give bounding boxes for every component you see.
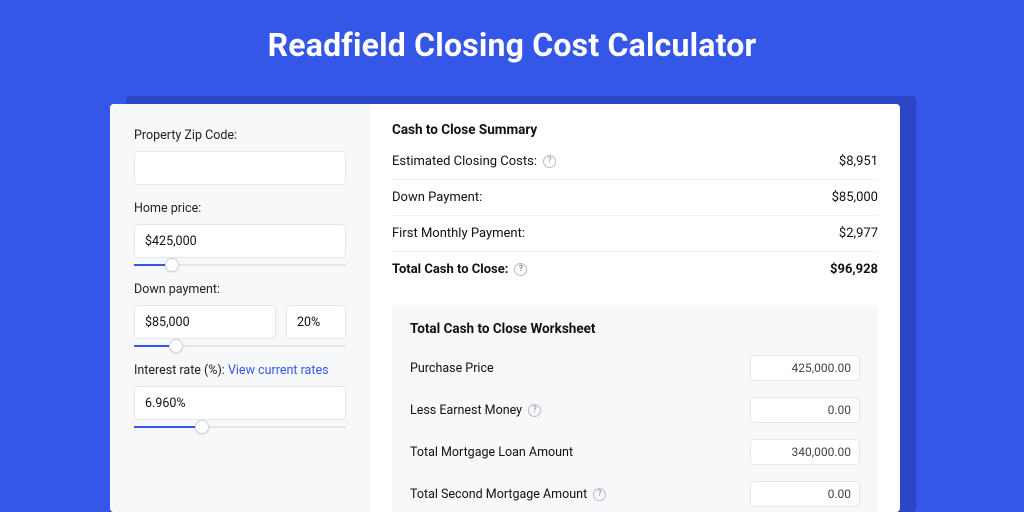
summary-row-value: $8,951 [839, 154, 878, 169]
summary-row-label: Down Payment: [392, 190, 482, 205]
worksheet-row: Less Earnest Money? [410, 389, 860, 431]
slider-track [134, 345, 346, 347]
slider-track [134, 426, 346, 428]
summary-row-label-text: Total Cash to Close: [392, 262, 508, 277]
summary-row-value: $96,928 [830, 262, 878, 277]
worksheet-row-input[interactable] [750, 397, 860, 423]
summary-row-value: $2,977 [839, 226, 878, 241]
help-icon[interactable]: ? [543, 155, 556, 168]
worksheet-row-label-text: Total Second Mortgage Amount [410, 487, 587, 502]
view-current-rates-link[interactable]: View current rates [228, 363, 329, 378]
home-price-slider[interactable] [134, 264, 346, 266]
summary-row-label-text: First Monthly Payment: [392, 226, 525, 241]
summary-title: Cash to Close Summary [392, 122, 878, 138]
worksheet-row-label-text: Less Earnest Money [410, 403, 522, 418]
slider-fill [134, 426, 202, 428]
interest-rate-label: Interest rate (%): View current rates [134, 363, 346, 378]
zip-label: Property Zip Code: [134, 128, 346, 143]
field-interest-rate: Interest rate (%): View current rates [134, 363, 346, 428]
summary-row: Estimated Closing Costs:? $8,951 [392, 144, 878, 179]
down-payment-label: Down payment: [134, 282, 346, 297]
summary-row-label-text: Down Payment: [392, 190, 482, 205]
help-icon[interactable]: ? [593, 488, 606, 501]
summary-row-label: Total Cash to Close:? [392, 262, 527, 277]
summary-row-value: $85,000 [832, 190, 878, 205]
down-payment-row [134, 305, 346, 339]
interest-rate-label-text: Interest rate (%): [134, 363, 228, 378]
summary-row: Total Cash to Close:? $96,928 [392, 251, 878, 287]
down-payment-slider[interactable] [134, 345, 346, 347]
cash-to-close-summary: Cash to Close Summary Estimated Closing … [392, 122, 878, 287]
worksheet-row: Total Mortgage Loan Amount [410, 431, 860, 473]
summary-row-label: Estimated Closing Costs:? [392, 154, 556, 169]
worksheet-row: Total Second Mortgage Amount? [410, 473, 860, 512]
worksheet-row: Purchase Price [410, 347, 860, 389]
worksheet-row-label: Purchase Price [410, 361, 494, 376]
help-icon[interactable]: ? [528, 404, 541, 417]
field-home-price: Home price: [134, 201, 346, 266]
summary-row: First Monthly Payment: $2,977 [392, 215, 878, 251]
slider-thumb[interactable] [169, 339, 183, 353]
worksheet-row-input[interactable] [750, 481, 860, 507]
results-main: Cash to Close Summary Estimated Closing … [370, 104, 900, 512]
worksheet-row-input[interactable] [750, 355, 860, 381]
interest-rate-slider[interactable] [134, 426, 346, 428]
worksheet-row-label: Total Mortgage Loan Amount [410, 445, 573, 460]
worksheet-row-label-text: Purchase Price [410, 361, 494, 376]
summary-row-label: First Monthly Payment: [392, 226, 525, 241]
home-price-input[interactable] [134, 224, 346, 258]
worksheet-row-label: Less Earnest Money? [410, 403, 541, 418]
calculator-card: Property Zip Code: Home price: Down paym… [110, 104, 900, 512]
worksheet-row-label-text: Total Mortgage Loan Amount [410, 445, 573, 460]
worksheet-row-input[interactable] [750, 439, 860, 465]
down-payment-input[interactable] [134, 305, 276, 339]
home-price-label: Home price: [134, 201, 346, 216]
summary-row: Down Payment: $85,000 [392, 179, 878, 215]
down-payment-pct-input[interactable] [286, 305, 346, 339]
inputs-sidebar: Property Zip Code: Home price: Down paym… [110, 104, 370, 512]
summary-rows: Estimated Closing Costs:? $8,951 Down Paym… [392, 144, 878, 287]
slider-thumb[interactable] [195, 420, 209, 434]
cash-to-close-worksheet: Total Cash to Close Worksheet Purchase P… [392, 305, 878, 512]
worksheet-title: Total Cash to Close Worksheet [410, 321, 860, 337]
field-down-payment: Down payment: [134, 282, 346, 347]
interest-rate-input[interactable] [134, 386, 346, 420]
slider-thumb[interactable] [165, 258, 179, 272]
worksheet-rows: Purchase Price Less Earnest Money? Total M… [410, 347, 860, 512]
field-zip: Property Zip Code: [134, 128, 346, 185]
summary-row-label-text: Estimated Closing Costs: [392, 154, 537, 169]
help-icon[interactable]: ? [514, 263, 527, 276]
page-title: Readfield Closing Cost Calculator [0, 0, 1024, 86]
zip-input[interactable] [134, 151, 346, 185]
worksheet-row-label: Total Second Mortgage Amount? [410, 487, 606, 502]
